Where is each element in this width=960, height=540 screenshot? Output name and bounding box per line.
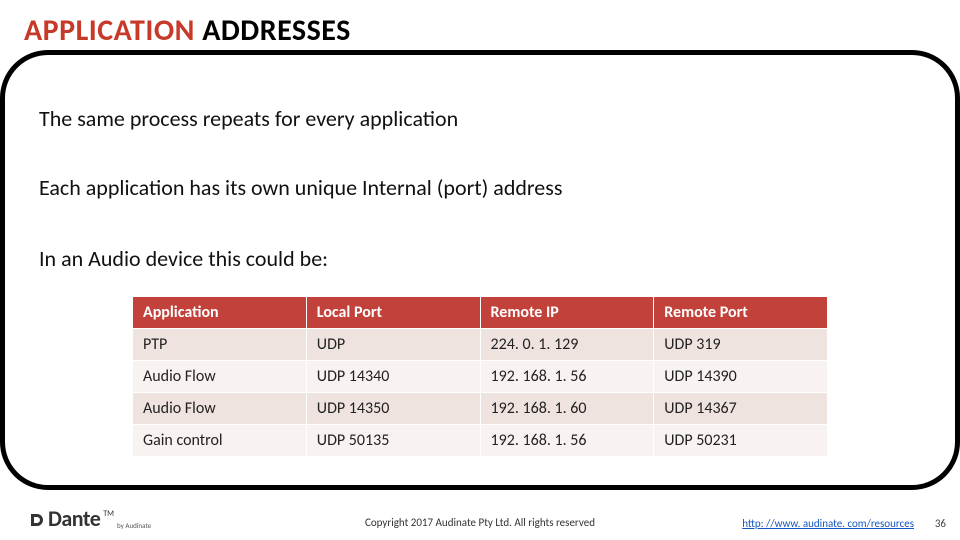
cell-local-port: UDP 50135 xyxy=(306,425,480,457)
body-paragraph-1: The same process repeats for every appli… xyxy=(39,105,921,132)
cell-remote-ip: 192. 168. 1. 60 xyxy=(480,393,654,425)
table-header-row: Application Local Port Remote IP Remote … xyxy=(133,297,828,329)
cell-local-port: UDP xyxy=(306,329,480,361)
table-row: Audio Flow UDP 14340 192. 168. 1. 56 UDP… xyxy=(133,361,828,393)
cell-application: Audio Flow xyxy=(133,361,307,393)
body-paragraph-2: Each application has its own unique Inte… xyxy=(39,174,921,201)
cell-remote-port: UDP 14367 xyxy=(654,393,828,425)
table-row: PTP UDP 224. 0. 1. 129 UDP 319 xyxy=(133,329,828,361)
cell-local-port: UDP 14350 xyxy=(306,393,480,425)
ports-table: Application Local Port Remote IP Remote … xyxy=(132,296,828,457)
title-rest: ADDRESSES xyxy=(195,12,351,49)
content-panel: The same process repeats for every appli… xyxy=(0,50,960,490)
cell-remote-port: UDP 319 xyxy=(654,329,828,361)
cell-application: PTP xyxy=(133,329,307,361)
resources-link[interactable]: http: //www. audinate. com/resources xyxy=(742,517,914,530)
table-row: Gain control UDP 50135 192. 168. 1. 56 U… xyxy=(133,425,828,457)
table-row: Audio Flow UDP 14350 192. 168. 1. 60 UDP… xyxy=(133,393,828,425)
cell-application: Audio Flow xyxy=(133,393,307,425)
slide-title: APPLICATION ADDRESSES xyxy=(24,12,351,49)
slide: APPLICATION ADDRESSES The same process r… xyxy=(0,0,960,540)
cell-remote-ip: 192. 168. 1. 56 xyxy=(480,425,654,457)
th-application: Application xyxy=(133,297,307,329)
cell-remote-ip: 224. 0. 1. 129 xyxy=(480,329,654,361)
body-paragraph-3: In an Audio device this could be: xyxy=(39,245,921,272)
cell-remote-port: UDP 14390 xyxy=(654,361,828,393)
th-remote-port: Remote Port xyxy=(654,297,828,329)
cell-application: Gain control xyxy=(133,425,307,457)
title-accent: APPLICATION xyxy=(24,12,195,49)
cell-local-port: UDP 14340 xyxy=(306,361,480,393)
page-number: 36 xyxy=(935,517,946,530)
th-remote-ip: Remote IP xyxy=(480,297,654,329)
cell-remote-ip: 192. 168. 1. 56 xyxy=(480,361,654,393)
cell-remote-port: UDP 50231 xyxy=(654,425,828,457)
th-local-port: Local Port xyxy=(306,297,480,329)
